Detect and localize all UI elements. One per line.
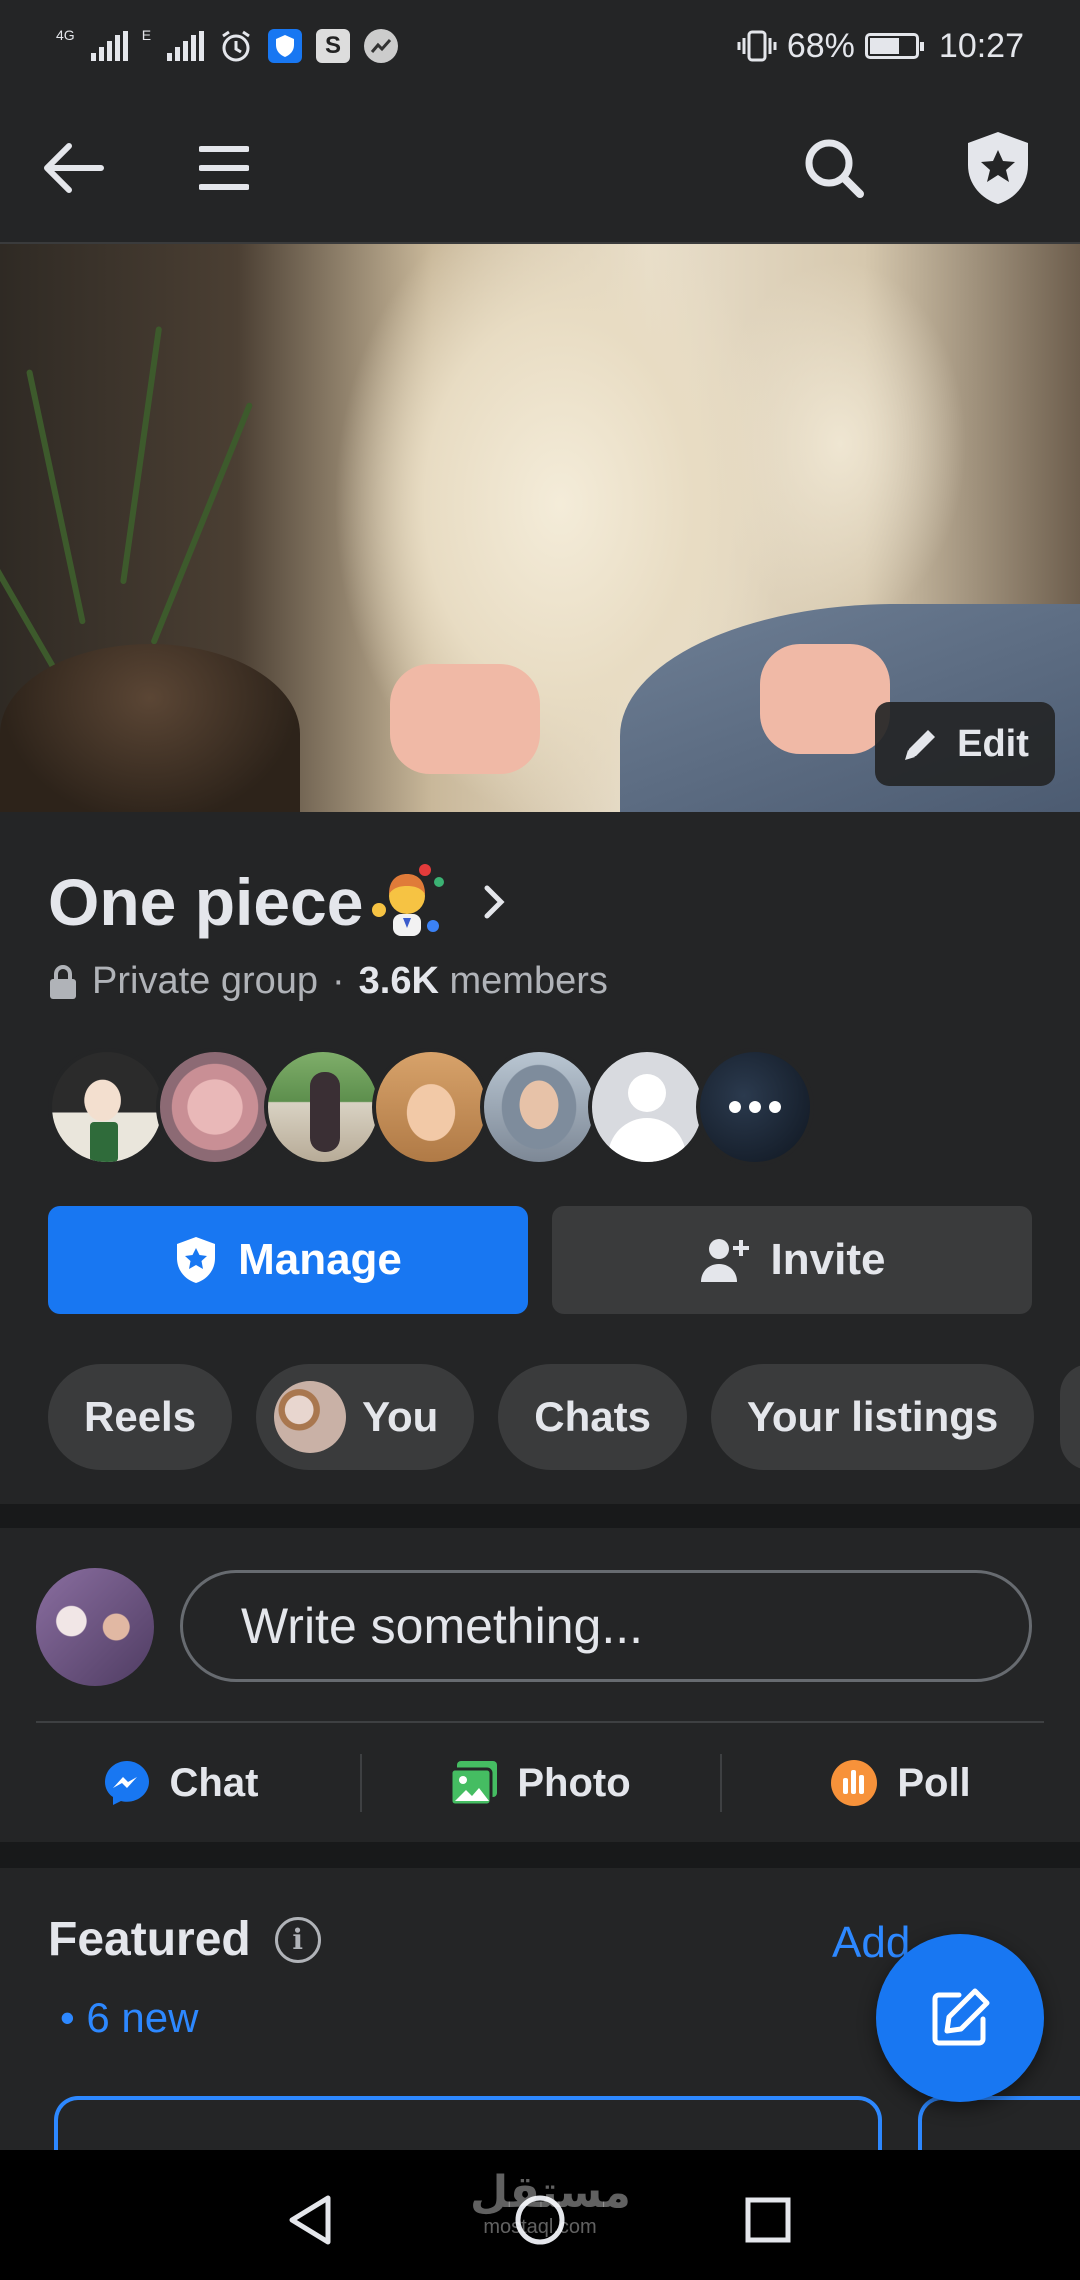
- edit-label: Edit: [957, 722, 1029, 765]
- member-avatar[interactable]: [480, 1048, 598, 1166]
- member-avatar-placeholder[interactable]: [588, 1048, 706, 1166]
- poll-button[interactable]: Poll: [720, 1724, 1080, 1842]
- messenger-icon: [104, 1761, 149, 1805]
- featured-title: Featured i: [48, 1912, 321, 1967]
- chat-label: Chat: [169, 1760, 259, 1805]
- chat-button[interactable]: Chat: [0, 1724, 360, 1842]
- network-type-label: 4G: [56, 27, 75, 43]
- alarm-icon: [222, 30, 250, 62]
- avatar: [274, 1381, 347, 1453]
- vibrate-icon: [737, 30, 777, 62]
- plant-pot: [0, 644, 300, 812]
- poll-icon: [831, 1760, 878, 1806]
- meta-separator: ·: [332, 960, 345, 1002]
- signal-icon: [90, 31, 128, 61]
- tab-reels[interactable]: Reels: [48, 1364, 233, 1470]
- divider: [36, 1721, 1044, 1723]
- status-bar: 4G E S 68% 10:27: [0, 0, 1080, 92]
- group-header: One piece Private group · 3.6K members M…: [0, 812, 1080, 1504]
- group-tabs: Reels You Chats Your listings: [48, 1364, 1035, 1470]
- composer-actions: Chat Photo Poll: [0, 1724, 1080, 1842]
- group-title-row[interactable]: One piece: [48, 862, 507, 942]
- tab-overflow[interactable]: [1060, 1364, 1080, 1470]
- invite-button[interactable]: Invite: [552, 1206, 1032, 1314]
- chevron-right-icon: [484, 885, 506, 919]
- tab-label: You: [362, 1393, 439, 1440]
- member-avatars[interactable]: [48, 1048, 814, 1166]
- search-button[interactable]: [794, 128, 874, 208]
- add-person-icon: [700, 1239, 749, 1282]
- watermark-arabic: مستقل: [470, 2167, 631, 2218]
- members-label: members: [449, 960, 608, 1002]
- search-icon: [805, 139, 864, 198]
- top-navigation: [0, 92, 1080, 244]
- photo-button[interactable]: Photo: [360, 1724, 720, 1842]
- featured-heading: Featured: [48, 1913, 251, 1966]
- vpn-shield-icon: [268, 29, 303, 63]
- compose-post-button[interactable]: [876, 1934, 1044, 2102]
- member-avatar[interactable]: [156, 1048, 274, 1166]
- manage-button[interactable]: Manage: [48, 1206, 528, 1314]
- hamburger-menu-icon: [199, 146, 249, 190]
- system-recents-button[interactable]: [728, 2180, 808, 2260]
- shield-star-icon: [177, 1237, 216, 1283]
- square-recents-icon: [745, 2197, 791, 2243]
- menu-button[interactable]: [184, 128, 264, 208]
- system-back-button[interactable]: [270, 2180, 350, 2260]
- privacy-label: Private group: [92, 960, 319, 1002]
- system-navigation-bar: مستقل mostaql.com: [0, 2150, 1080, 2280]
- invite-label: Invite: [770, 1235, 886, 1284]
- edit-cover-button[interactable]: Edit: [875, 702, 1055, 786]
- battery-percent: 68%: [786, 26, 855, 65]
- battery-icon: [864, 33, 924, 59]
- s-app-icon: S: [316, 29, 351, 63]
- member-count: 3.6K: [358, 960, 439, 1002]
- group-meta: Private group · 3.6K members: [48, 960, 608, 1003]
- tab-your-listings[interactable]: Your listings: [711, 1364, 1035, 1470]
- signal-icon-2: [167, 31, 205, 61]
- clock: 10:27: [938, 26, 1024, 65]
- hand-shape: [390, 664, 540, 774]
- member-avatar[interactable]: [372, 1048, 490, 1166]
- more-members-button[interactable]: [696, 1048, 814, 1166]
- pencil-icon: [905, 730, 936, 760]
- back-button[interactable]: [32, 128, 112, 208]
- app-notification-icon: [364, 29, 399, 63]
- tab-label: Your listings: [747, 1393, 999, 1440]
- photo-label: Photo: [517, 1760, 631, 1805]
- post-composer: Write something... Chat Photo Poll: [0, 1528, 1080, 1842]
- write-something-input[interactable]: Write something...: [180, 1570, 1032, 1682]
- tab-label: Chats: [534, 1393, 651, 1440]
- member-avatar[interactable]: [264, 1048, 382, 1166]
- tab-label: Reels: [84, 1393, 197, 1440]
- composer-placeholder: Write something...: [241, 1598, 644, 1654]
- watermark-latin: mostaql.com: [483, 2216, 597, 2238]
- photo-icon: [449, 1761, 498, 1807]
- tab-you[interactable]: You: [256, 1364, 475, 1470]
- triangle-back-icon: [289, 2195, 331, 2245]
- hand-shape: [760, 644, 890, 754]
- group-name: One piece: [48, 865, 364, 939]
- juggler-emoji-icon: [367, 862, 447, 942]
- poll-label: Poll: [897, 1760, 971, 1805]
- tab-chats[interactable]: Chats: [498, 1364, 687, 1470]
- arrow-left-icon: [44, 143, 104, 193]
- plant-leaf: [120, 326, 163, 585]
- plant-leaf: [26, 369, 86, 625]
- member-avatar[interactable]: [48, 1048, 166, 1166]
- network-type-label-2: E: [141, 27, 152, 43]
- shield-star-icon: [968, 132, 1028, 204]
- manage-label: Manage: [238, 1235, 402, 1284]
- edit-square-icon: [932, 1988, 990, 2046]
- avatar[interactable]: [36, 1568, 154, 1686]
- lock-icon: [50, 964, 76, 999]
- admin-tools-button[interactable]: [958, 128, 1038, 208]
- info-icon[interactable]: i: [274, 1916, 321, 1963]
- new-count: • 6 new: [60, 1994, 199, 2041]
- plant-leaf: [150, 401, 254, 646]
- watermark: مستقل mostaql.com: [470, 2167, 631, 2239]
